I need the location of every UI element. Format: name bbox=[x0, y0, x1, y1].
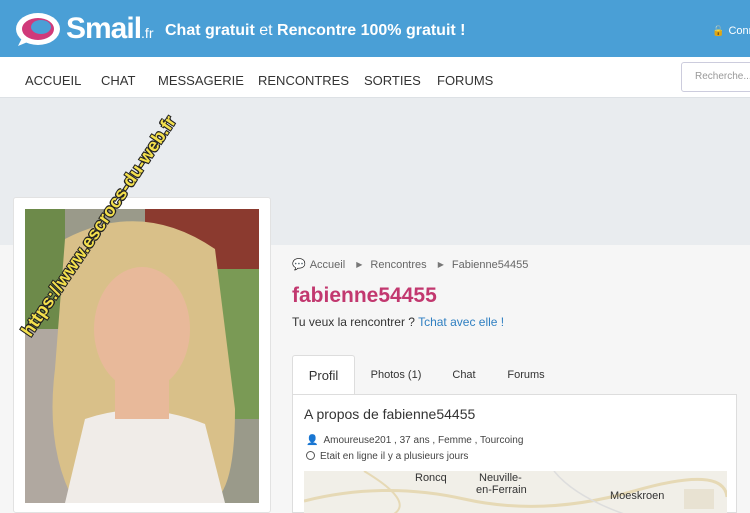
chat-with-her-link[interactable]: Tchat avec elle ! bbox=[418, 315, 504, 329]
map-label-roncq: Roncq bbox=[415, 472, 447, 484]
invite-text: Tu veux la rencontrer ? Tchat avec elle … bbox=[292, 315, 505, 329]
smail-logo-icon[interactable] bbox=[14, 10, 62, 48]
chevron-right-icon: ▶ bbox=[356, 260, 363, 269]
lock-icon: 🔓 bbox=[712, 26, 725, 37]
nav-item-sorties[interactable]: SORTIES bbox=[364, 73, 421, 88]
chat-bubble-icon: 💬 bbox=[292, 259, 306, 271]
page-title: fabienne54455 bbox=[292, 284, 437, 307]
profile-details: 👤 Amoureuse201 , 37 ans , Femme , Tourcoi… bbox=[306, 435, 524, 446]
tab-photos[interactable]: Photos (1) bbox=[363, 355, 429, 395]
nav-item-chat[interactable]: CHAT bbox=[101, 73, 135, 88]
top-header: Smail.fr Chat gratuit et Rencontre 100% … bbox=[0, 0, 750, 57]
about-title: A propos de fabienne54455 bbox=[304, 406, 476, 422]
nav-item-accueil[interactable]: ACCUEIL bbox=[25, 73, 81, 88]
profile-tab-panel: A propos de fabienne54455 👤 Amoureuse201 … bbox=[292, 394, 737, 513]
profile-photo[interactable] bbox=[25, 209, 259, 503]
map-label-en-ferrain: en-Ferrain bbox=[476, 484, 527, 496]
breadcrumb-rencontres[interactable]: Rencontres bbox=[370, 259, 426, 271]
search-input[interactable]: Recherche... bbox=[681, 62, 750, 92]
online-status: Etait en ligne il y a plusieurs jours bbox=[306, 451, 468, 462]
login-link[interactable]: 🔓Conn bbox=[712, 25, 750, 37]
status-ring-icon bbox=[306, 451, 315, 460]
profile-photo-card: https://www.escrocs-du-web.fr bbox=[13, 112, 271, 513]
location-map[interactable]: Roncq Neuville- en-Ferrain Moeskroen bbox=[304, 471, 727, 513]
tab-chat[interactable]: Chat bbox=[443, 355, 485, 395]
map-label-moeskroen: Moeskroen bbox=[610, 490, 665, 502]
nav-item-messagerie[interactable]: MESSAGERIE bbox=[158, 73, 244, 88]
user-icon: 👤 bbox=[306, 435, 319, 446]
logo-wordmark[interactable]: Smail.fr bbox=[66, 12, 154, 46]
site-tagline: Chat gratuit et Rencontre 100% gratuit ! bbox=[165, 22, 466, 39]
breadcrumb: 💬 Accueil ▶ Rencontres ▶ Fabienne54455 bbox=[292, 258, 528, 271]
nav-item-forums[interactable]: FORUMS bbox=[437, 73, 493, 88]
tab-profil[interactable]: Profil bbox=[292, 355, 355, 395]
nav-item-rencontres[interactable]: RENCONTRES bbox=[258, 73, 349, 88]
breadcrumb-current: Fabienne54455 bbox=[451, 259, 529, 271]
tab-forums[interactable]: Forums bbox=[500, 355, 552, 395]
map-label-neuville: Neuville- bbox=[479, 472, 522, 484]
chevron-right-icon: ▶ bbox=[437, 260, 444, 269]
main-nav: ACCUEIL CHAT MESSAGERIE RENCONTRES SORTI… bbox=[0, 57, 750, 98]
breadcrumb-accueil[interactable]: Accueil bbox=[310, 259, 345, 271]
